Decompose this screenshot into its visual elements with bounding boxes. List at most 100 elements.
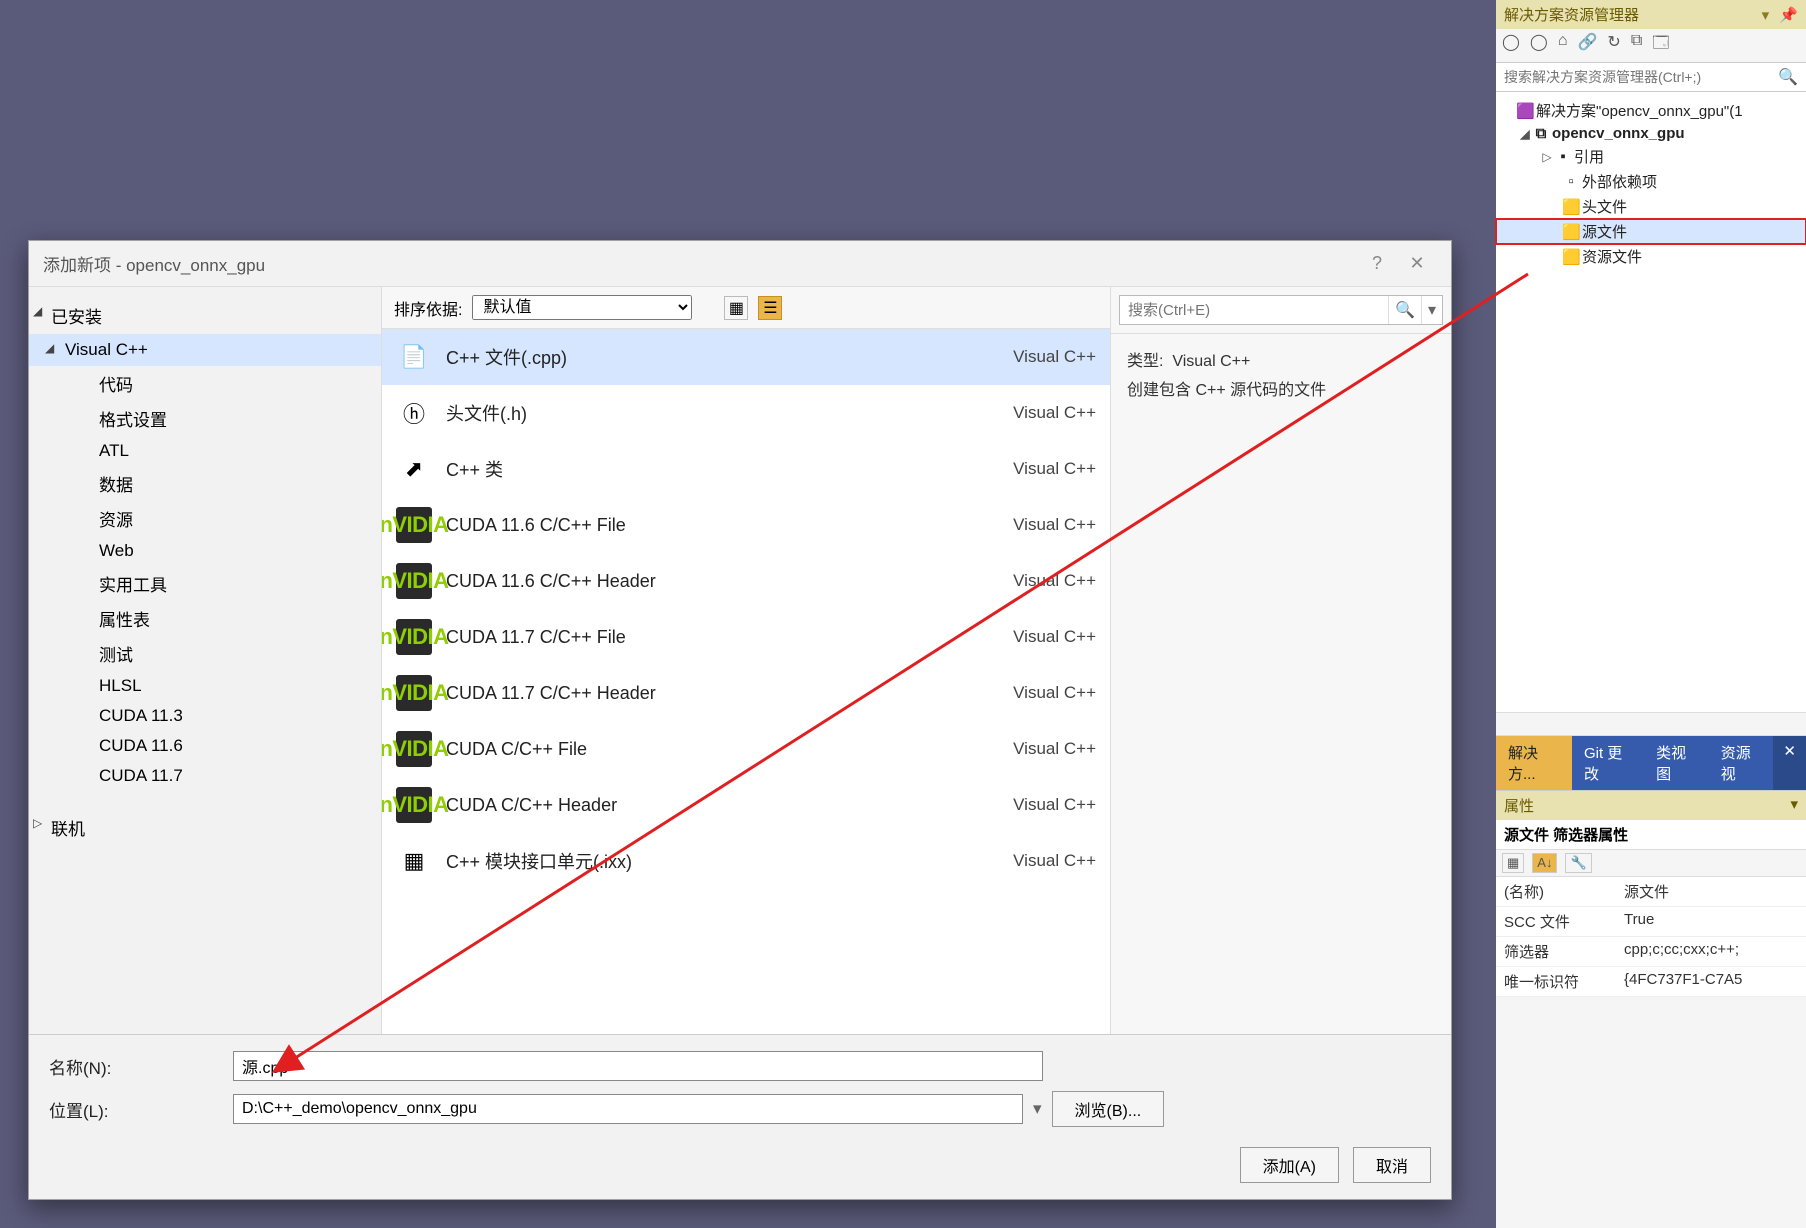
template-row[interactable]: nVIDIA CUDA 11.6 C/C++ Header Visual C++ [382,553,1110,609]
template-platform: Visual C++ [956,851,1096,871]
collapse-icon[interactable]: ⧉ [1631,32,1642,59]
visual-cpp-node[interactable]: ◢Visual C++ [29,334,381,366]
properties-toolbar: ▦ A↓ 🔧 [1496,850,1806,877]
template-name: 头文件(.h) [446,400,942,426]
resources-node[interactable]: 🟨资源文件 [1496,244,1806,269]
category-实用工具[interactable]: 实用工具 [29,566,381,601]
template-search-input[interactable] [1120,296,1388,324]
category-tree: ◢已安装 ◢Visual C++ 代码格式设置ATL数据资源Web实用工具属性表… [29,287,381,1034]
category-测试[interactable]: 测试 [29,636,381,671]
template-platform: Visual C++ [956,571,1096,591]
template-platform: Visual C++ [956,739,1096,759]
template-row[interactable]: nVIDIA CUDA C/C++ Header Visual C++ [382,777,1110,833]
refs-node[interactable]: ▷▪引用 [1496,144,1806,169]
category-代码[interactable]: 代码 [29,366,381,401]
tab-resource-view[interactable]: 资源视 [1709,736,1774,790]
refresh-icon[interactable]: ↻ [1607,32,1620,59]
template-row[interactable]: nVIDIACUDA 11.7 C/C++ HeaderVisual C++ [382,665,1110,721]
template-name: CUDA C/C++ Header [446,795,942,816]
category-格式设置[interactable]: 格式设置 [29,401,381,436]
solution-tree: 🟪解决方案"opencv_onnx_gpu"(1 ◢⧉opencv_onnx_g… [1496,92,1806,275]
category-ATL[interactable]: ATL [29,436,381,466]
category-Web[interactable]: Web [29,536,381,566]
sort-select[interactable]: 默认值 [472,295,692,320]
category-CUDA 11.6[interactable]: CUDA 11.6 [29,731,381,761]
template-description: 类型: Visual C++ 创建包含 C++ 源代码的文件 [1111,334,1451,420]
category-CUDA 11.3[interactable]: CUDA 11.3 [29,701,381,731]
name-input[interactable] [233,1051,1043,1081]
solution-explorer-titlebar: 解决方案资源管理器 ▾ 📌 [1496,0,1806,29]
category-属性表[interactable]: 属性表 [29,601,381,636]
add-new-item-dialog: 添加新项 - opencv_onnx_gpu ? ✕ ◢已安装 ◢Visual … [28,240,1452,1200]
properties-grid: (名称)源文件SCC 文件True筛选器cpp;c;cc;cxx;c++;唯一标… [1496,877,1806,997]
template-row[interactable]: ▦C++ 模块接口单元(.ixx)Visual C++ [382,833,1110,889]
category-数据[interactable]: 数据 [29,466,381,501]
close-icon[interactable]: ✕ [1397,253,1437,274]
view-list-icon[interactable]: ☰ [758,296,782,320]
template-name: CUDA 11.6 C/C++ Header [446,571,942,592]
dialog-title: 添加新项 - opencv_onnx_gpu [43,251,265,276]
nvidia-icon: nVIDIA [396,787,432,823]
template-name: CUDA 11.6 C/C++ File [446,515,942,536]
home-icon[interactable]: ⌂ [1558,32,1568,59]
online-node[interactable]: ▷联机 [29,809,381,846]
template-platform: Visual C++ [956,459,1096,479]
template-row[interactable]: nVIDIACUDA C/C++ FileVisual C++ [382,721,1110,777]
cpp-icon: 📄 [396,339,432,375]
properties-icon[interactable]: 🗔 [1652,32,1669,59]
dropdown-icon[interactable]: ▾ [1762,7,1770,24]
cancel-button[interactable]: 取消 [1353,1147,1431,1183]
tab-git-changes[interactable]: Git 更改 [1572,736,1644,790]
tab-solution[interactable]: 解决方... [1496,736,1572,790]
panel-bottom-tabs: 解决方... Git 更改 类视图 资源视 ✕ [1496,736,1806,790]
property-row[interactable]: (名称)源文件 [1496,877,1806,907]
category-资源[interactable]: 资源 [29,501,381,536]
forward-icon[interactable]: ◯ [1530,32,1548,59]
property-row[interactable]: 唯一标识符{4FC737F1-C7A5 [1496,967,1806,997]
headers-node[interactable]: 🟨头文件 [1496,194,1806,219]
help-icon[interactable]: ? [1357,253,1397,274]
ext-deps-node[interactable]: ▫外部依赖项 [1496,169,1806,194]
solution-root[interactable]: 🟪解决方案"opencv_onnx_gpu"(1 [1496,98,1806,123]
template-row[interactable]: nVIDIACUDA 11.6 C/C++ FileVisual C++ [382,497,1110,553]
template-row[interactable]: ⬈C++ 类Visual C++ [382,441,1110,497]
search-icon[interactable]: 🔍 [1388,296,1421,324]
project-node[interactable]: ◢⧉opencv_onnx_gpu [1496,123,1806,144]
template-name: CUDA 11.7 C/C++ Header [446,683,942,704]
dropdown-icon[interactable]: ▾ [1421,296,1442,324]
add-button[interactable]: 添加(A) [1240,1147,1339,1183]
tabs-close-icon[interactable]: ✕ [1773,736,1806,790]
categorized-icon[interactable]: ▦ [1502,853,1524,873]
installed-node[interactable]: ◢已安装 [29,297,381,334]
location-input[interactable] [233,1094,1023,1124]
search-icon[interactable]: 🔍 [1770,63,1806,91]
solution-explorer-panel: 解决方案资源管理器 ▾ 📌 ◯ ◯ ⌂ 🔗 ↻ ⧉ 🗔 🔍 🟪解决方案"open… [1496,0,1806,1228]
template-area: 排序依据: 默认值 ▦ ☰ 📄C++ 文件(.cpp)Visual C++ⓗ头文… [381,287,1111,1034]
template-platform: Visual C++ [956,347,1096,367]
dropdown-icon[interactable]: ▾ [1790,795,1798,816]
property-row[interactable]: 筛选器cpp;c;cc;cxx;c++; [1496,937,1806,967]
tab-class-view[interactable]: 类视图 [1644,736,1709,790]
property-row[interactable]: SCC 文件True [1496,907,1806,937]
tree-scrollbar[interactable] [1496,712,1806,736]
template-name: C++ 模块接口单元(.ixx) [446,848,942,874]
pin-icon[interactable]: 📌 [1779,7,1798,24]
wrench-icon[interactable]: 🔧 [1565,853,1591,873]
template-row[interactable]: 📄C++ 文件(.cpp)Visual C++ [382,329,1110,385]
nvidia-icon: nVIDIA [396,563,432,599]
solution-search-input[interactable] [1496,63,1770,91]
location-label: 位置(L): [49,1097,219,1122]
template-row[interactable]: nVIDIACUDA 11.7 C/C++ FileVisual C++ [382,609,1110,665]
category-CUDA 11.7[interactable]: CUDA 11.7 [29,761,381,791]
dialog-titlebar: 添加新项 - opencv_onnx_gpu ? ✕ [29,241,1451,286]
sources-node[interactable]: 🟨源文件 [1496,219,1806,244]
dropdown-icon[interactable]: ▾ [1033,1099,1042,1119]
sync-icon[interactable]: 🔗 [1577,32,1597,59]
view-grid-icon[interactable]: ▦ [724,296,748,320]
alphabetical-icon[interactable]: A↓ [1532,853,1557,873]
browse-button[interactable]: 浏览(B)... [1052,1091,1165,1127]
category-HLSL[interactable]: HLSL [29,671,381,701]
back-icon[interactable]: ◯ [1502,32,1520,59]
template-platform: Visual C++ [956,795,1096,815]
template-row[interactable]: ⓗ头文件(.h)Visual C++ [382,385,1110,441]
